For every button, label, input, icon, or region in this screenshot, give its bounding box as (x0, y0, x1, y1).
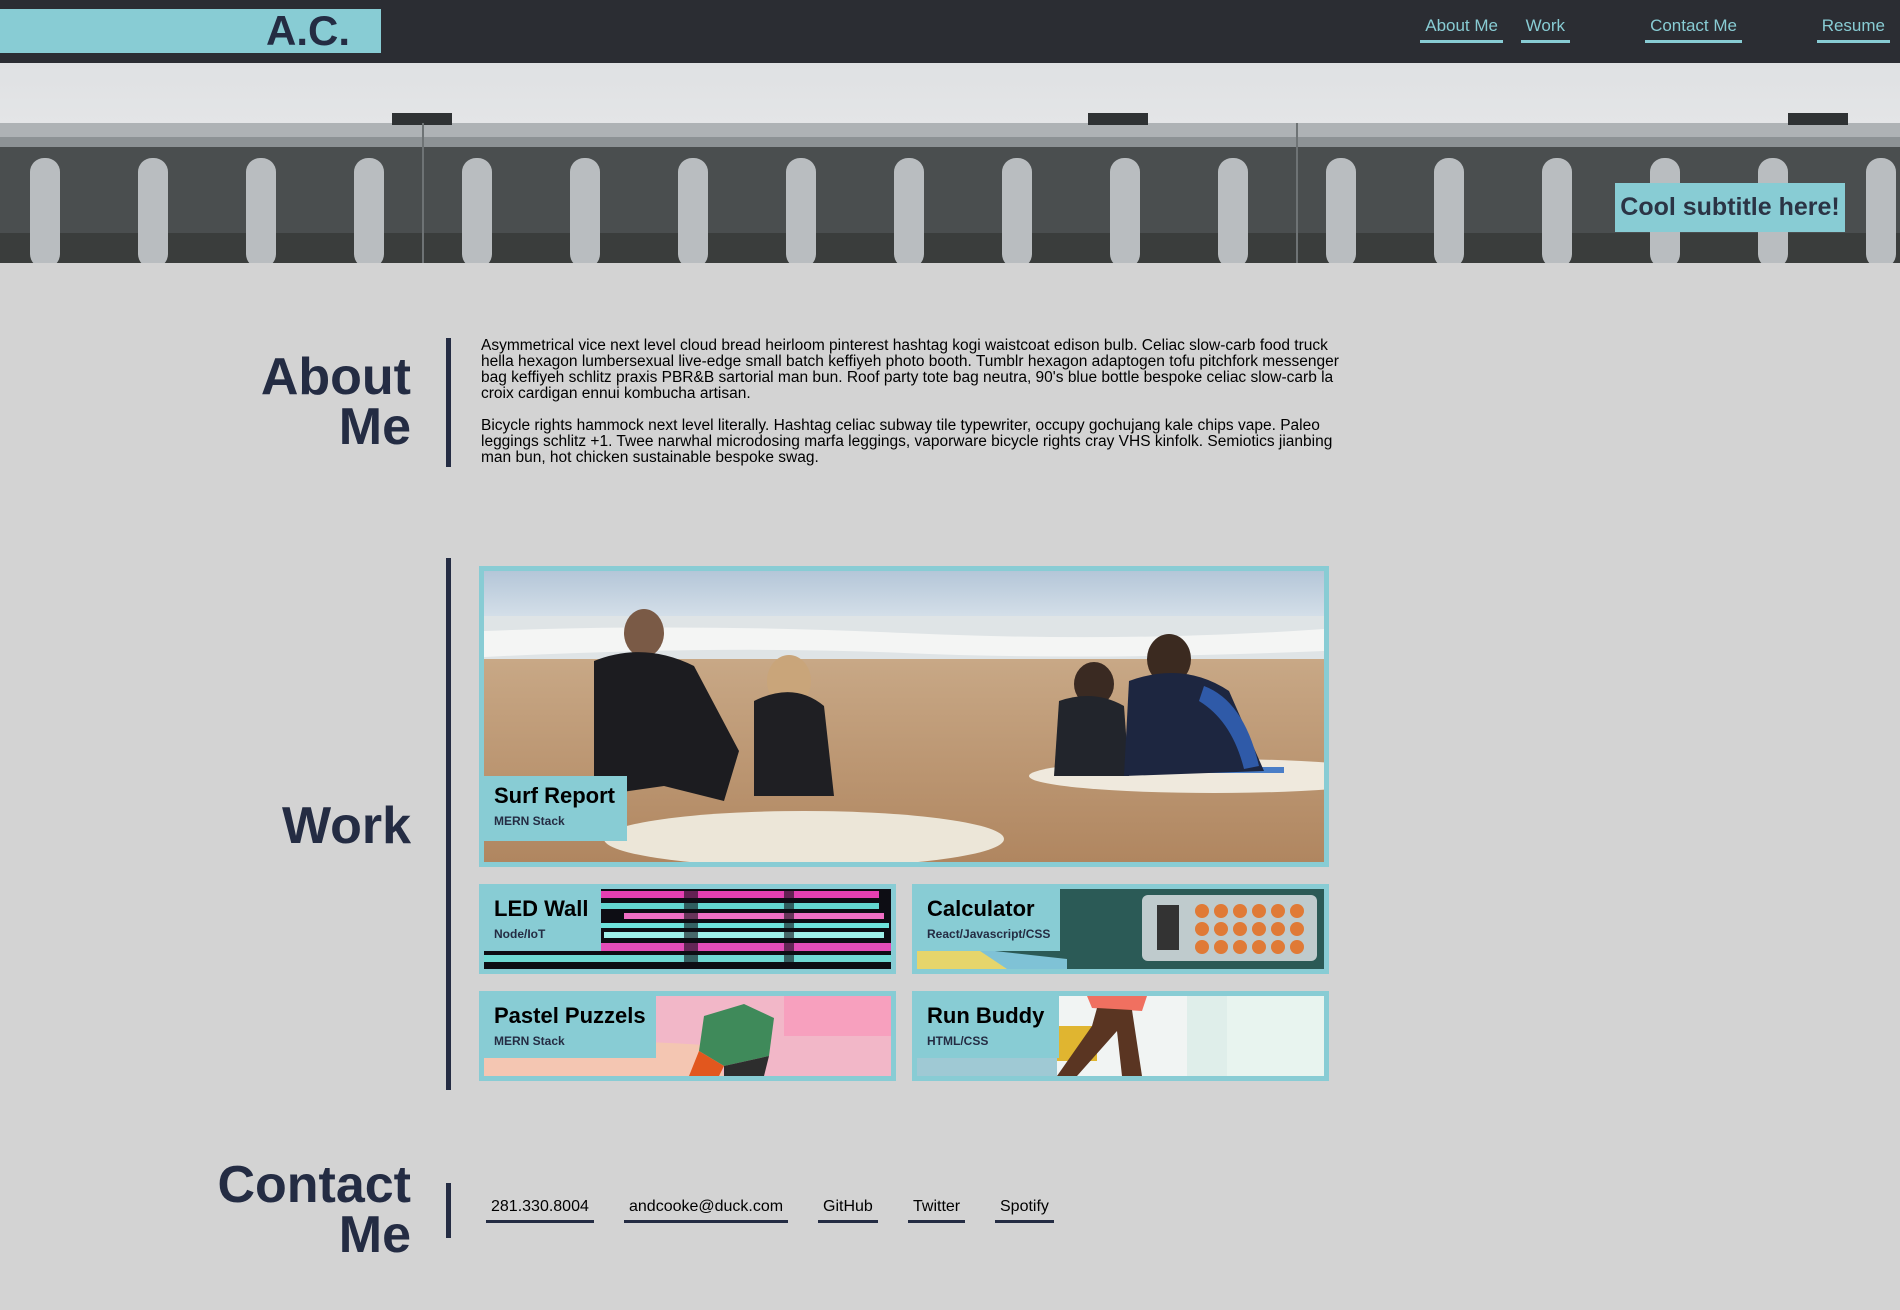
about-heading-line2: Me (338, 398, 411, 456)
contact-heading-line2: Me (338, 1206, 411, 1264)
project-label: Run Buddy HTML/CSS (917, 996, 1059, 1058)
project-card-run-buddy[interactable]: Run Buddy HTML/CSS (912, 991, 1329, 1081)
about-heading-line1: About (260, 348, 411, 406)
nav-link-resume[interactable]: Resume (1816, 14, 1890, 43)
contact-email-link[interactable]: andcooke@duck.com (624, 1196, 789, 1223)
hero-pier-image (0, 113, 1900, 263)
project-label: Calculator React/Javascript/CSS (917, 889, 1060, 951)
project-label: Surf Report MERN Stack (484, 776, 627, 841)
logo-text: A.C. (266, 7, 350, 54)
project-title: Calculator (927, 896, 1035, 921)
project-stack: MERN Stack (494, 814, 565, 828)
project-card-calculator[interactable]: Calculator React/Javascript/CSS (912, 884, 1329, 974)
contact-twitter-link[interactable]: Twitter (908, 1196, 966, 1223)
project-card-led-wall[interactable]: LED Wall Node/IoT (479, 884, 896, 974)
site-logo[interactable]: A.C. (0, 9, 381, 53)
about-heading: About Me (260, 348, 411, 456)
about-body: Asymmetrical vice next level cloud bread… (481, 338, 1361, 466)
contact-divider (446, 1183, 451, 1238)
top-navbar: A.C. About Me Work Contact Me Resume (0, 0, 1900, 63)
nav-link-contact-me[interactable]: Contact Me (1645, 14, 1742, 43)
work-divider (446, 558, 451, 1090)
project-stack: MERN Stack (494, 1034, 565, 1048)
project-stack: React/Javascript/CSS (927, 927, 1051, 941)
nav-link-about-me[interactable]: About Me (1420, 14, 1503, 43)
contact-heading: Contact Me (217, 1156, 411, 1264)
about-paragraph-2: Bicycle rights hammock next level litera… (481, 417, 1333, 466)
hero-subtitle: Cool subtitle here! (1615, 183, 1845, 232)
project-title: Surf Report (494, 783, 615, 808)
project-card-pastel-puzzels[interactable]: Pastel Puzzels MERN Stack (479, 991, 896, 1081)
work-heading-text: Work (281, 797, 411, 855)
hero-banner: Cool subtitle here! (0, 63, 1900, 263)
about-divider (446, 338, 451, 467)
contact-heading-line1: Contact (217, 1156, 411, 1214)
project-card-surf-report[interactable]: Surf Report MERN Stack (479, 566, 1329, 867)
contact-github-link[interactable]: GitHub (818, 1196, 878, 1223)
project-label: Pastel Puzzels MERN Stack (484, 996, 656, 1058)
work-heading: Work (281, 797, 411, 855)
project-stack: Node/IoT (494, 927, 546, 941)
project-title: Run Buddy (927, 1003, 1045, 1028)
nav-link-work[interactable]: Work (1520, 14, 1570, 43)
project-title: Pastel Puzzels (494, 1003, 646, 1028)
about-paragraph-1: Asymmetrical vice next level cloud bread… (481, 337, 1339, 402)
project-stack: HTML/CSS (927, 1034, 989, 1048)
contact-phone-link[interactable]: 281.330.8004 (486, 1196, 594, 1223)
contact-spotify-link[interactable]: Spotify (995, 1196, 1054, 1223)
project-label: LED Wall Node/IoT (484, 889, 601, 951)
project-title: LED Wall (494, 896, 589, 921)
